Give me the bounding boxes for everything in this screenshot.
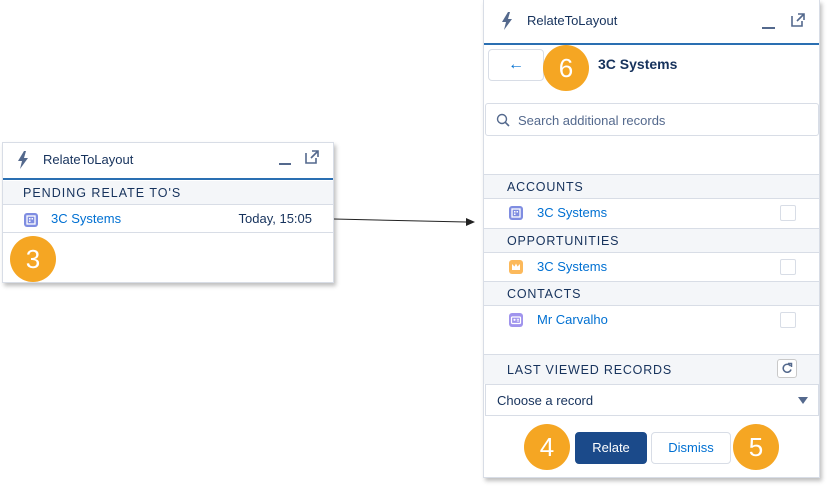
back-button[interactable]: ←: [488, 49, 544, 81]
dismiss-button[interactable]: Dismiss: [651, 432, 731, 464]
account-icon: [24, 213, 38, 227]
refresh-icon: [782, 362, 793, 373]
record-link[interactable]: Mr Carvalho: [537, 312, 608, 327]
section-header-accounts: ACCOUNTS: [484, 174, 819, 199]
panel-title: RelateToLayout: [527, 13, 618, 28]
record-link[interactable]: 3C Systems: [537, 259, 607, 274]
record-link[interactable]: 3C Systems: [537, 205, 607, 220]
contact-icon: [509, 313, 523, 327]
select-checkbox[interactable]: [780, 205, 796, 221]
step-badge-6: 6: [543, 45, 589, 91]
select-checkbox[interactable]: [780, 259, 796, 275]
select-value: Choose a record: [497, 393, 594, 408]
chevron-down-icon: [798, 397, 808, 404]
minimize-icon[interactable]: [762, 27, 775, 29]
connector-arrow: [334, 218, 475, 226]
opportunity-icon: [509, 260, 523, 274]
record-link[interactable]: 3C Systems: [51, 211, 121, 226]
relate-to-panel: RelateToLayout ← 3C Systems Search addit…: [483, 0, 820, 478]
search-placeholder: Search additional records: [518, 113, 666, 128]
select-checkbox[interactable]: [780, 312, 796, 328]
lightning-icon: [502, 12, 512, 30]
relate-button[interactable]: Relate: [575, 432, 647, 464]
minimize-icon[interactable]: [279, 163, 291, 165]
list-item[interactable]: 3C Systems: [484, 199, 819, 227]
search-icon: [496, 113, 510, 127]
section-header-opportunities: OPPORTUNITIES: [484, 228, 819, 253]
panel-title: RelateToLayout: [43, 152, 134, 167]
canvas: RelateToLayout PENDING RELATE TO'S 3C Sy…: [0, 0, 832, 487]
lightning-icon: [18, 151, 28, 169]
refresh-button[interactable]: [777, 359, 797, 378]
panel-header: RelateToLayout: [3, 143, 333, 180]
record-title: 3C Systems: [598, 56, 678, 72]
list-item[interactable]: 3C Systems Today, 15:05: [3, 205, 333, 233]
popout-icon[interactable]: [791, 13, 805, 27]
panel-header: RelateToLayout: [484, 0, 819, 45]
step-badge-4: 4: [524, 424, 570, 470]
step-badge-5: 5: [733, 424, 779, 470]
section-header-pending: PENDING RELATE TO'S: [3, 181, 333, 205]
timestamp: Today, 15:05: [238, 211, 312, 226]
popout-icon[interactable]: [305, 150, 319, 164]
list-item[interactable]: Mr Carvalho: [484, 306, 819, 334]
account-icon: [509, 206, 523, 220]
step-badge-3: 3: [10, 236, 56, 282]
list-item[interactable]: 3C Systems: [484, 253, 819, 281]
section-header-contacts: CONTACTS: [484, 281, 819, 306]
section-header-last-viewed: LAST VIEWED RECORDS: [484, 354, 819, 384]
search-input[interactable]: Search additional records: [485, 103, 819, 136]
record-select[interactable]: Choose a record: [485, 384, 819, 416]
